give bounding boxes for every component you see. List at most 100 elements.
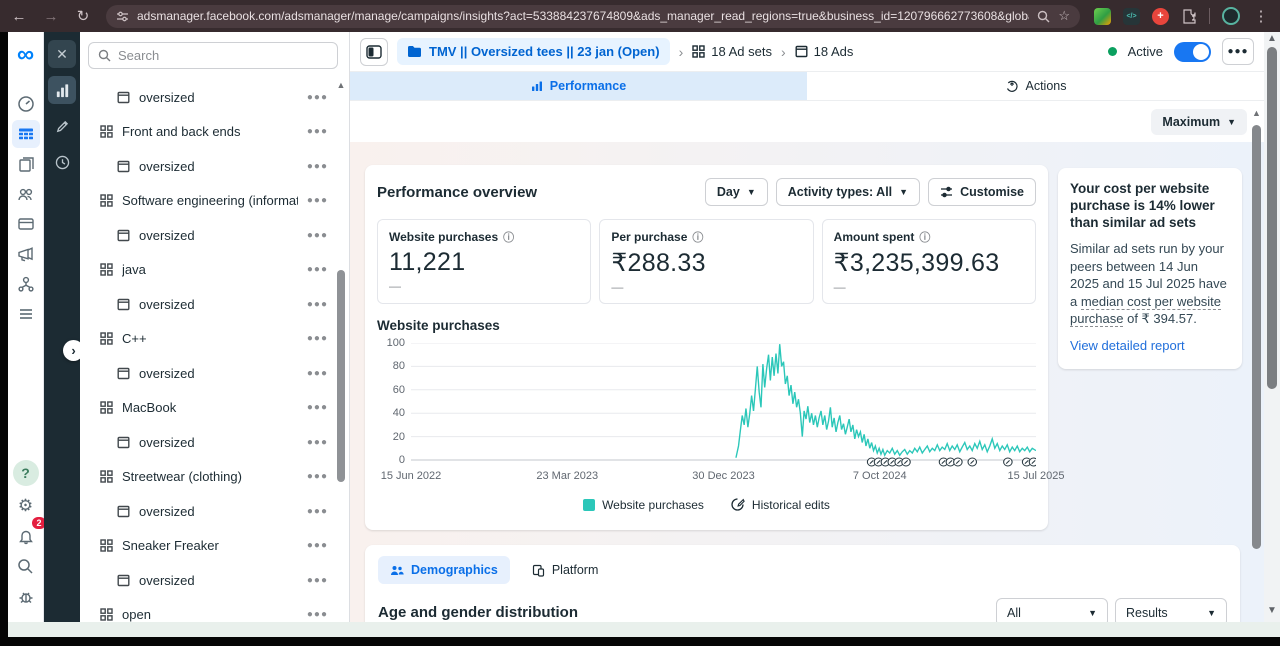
browser-menu-icon[interactable]: ⋮ — [1252, 7, 1270, 25]
sidebar-item-adset[interactable]: Software engineering (information t...●●… — [80, 184, 336, 219]
sidebar-item-ad[interactable]: oversized●●● — [80, 149, 336, 184]
scroll-up-icon[interactable]: ▲ — [1264, 32, 1280, 46]
all-tools-menu-icon[interactable] — [12, 300, 40, 328]
account-overview-icon[interactable] — [12, 90, 40, 118]
charts-panel-icon[interactable] — [48, 76, 76, 104]
info-icon[interactable]: ⓘ — [503, 229, 514, 245]
reload-icon[interactable]: ↻ — [74, 7, 92, 25]
address-bar[interactable]: adsmanager.facebook.com/adsmanager/manag… — [106, 5, 1080, 28]
browser-scrollbar[interactable]: ▲ ▼ — [1264, 32, 1280, 622]
sidebar-item-ad[interactable]: oversized●●● — [80, 494, 336, 529]
historical-edit-marker-icon[interactable] — [968, 458, 977, 466]
red-extension-icon[interactable]: + — [1152, 8, 1169, 25]
row-menu-button[interactable]: ●●● — [307, 471, 328, 482]
ad-tools-megaphone-icon[interactable] — [12, 240, 40, 268]
row-menu-button[interactable]: ●●● — [307, 195, 328, 206]
sidebar-item-adset[interactable]: MacBook●●● — [80, 391, 336, 426]
row-menu-button[interactable]: ●●● — [307, 230, 328, 241]
sidebar-item-adset[interactable]: Sneaker Freaker●●● — [80, 529, 336, 564]
maximum-dropdown[interactable]: Maximum ▼ — [1151, 109, 1247, 135]
row-menu-button[interactable]: ●●● — [307, 299, 328, 310]
breadcrumb-campaign[interactable]: TMV || Oversized tees || 23 jan (Open) — [397, 38, 670, 65]
history-clock-icon[interactable] — [48, 148, 76, 176]
content-scroll-thumb[interactable] — [1252, 125, 1261, 549]
browser-toolbar: ← → ↻ adsmanager.facebook.com/adsmanager… — [0, 0, 1280, 32]
breadcrumb-ads[interactable]: 18 Ads — [795, 44, 854, 59]
row-menu-button[interactable]: ●●● — [307, 609, 328, 620]
profile-avatar-icon[interactable] — [1222, 7, 1240, 25]
tab-actions[interactable]: Actions — [807, 72, 1264, 100]
activity-types-dropdown[interactable]: Activity types: All ▼ — [776, 178, 920, 206]
zoom-icon[interactable] — [1037, 10, 1050, 23]
campaigns-icon[interactable] — [12, 120, 40, 148]
report-bug-icon[interactable] — [12, 582, 40, 610]
business-structure-icon[interactable] — [12, 270, 40, 298]
help-icon[interactable]: ? — [13, 460, 39, 486]
info-icon[interactable]: ⓘ — [692, 229, 703, 245]
sidebar-item-adset[interactable]: C++●●● — [80, 322, 336, 357]
historical-edit-marker-icon[interactable] — [954, 458, 963, 466]
notifications-bell-icon[interactable]: 2 — [12, 522, 40, 550]
row-menu-button[interactable]: ●●● — [307, 92, 328, 103]
panel-scroll-thumb[interactable] — [337, 270, 345, 482]
forward-icon[interactable]: → — [42, 8, 60, 25]
row-menu-button[interactable]: ●●● — [307, 506, 328, 517]
content-scrollbar[interactable]: ▲ — [1251, 108, 1262, 608]
view-detailed-report-link[interactable]: View detailed report — [1070, 338, 1185, 353]
row-menu-button[interactable]: ●●● — [307, 161, 328, 172]
code-extension-icon[interactable]: </> — [1123, 8, 1140, 25]
search-input[interactable]: Search — [88, 42, 338, 69]
sidebar-item-ad[interactable]: oversized●●● — [80, 425, 336, 460]
metric-label-text: Amount spent — [834, 230, 915, 244]
edit-pencil-icon[interactable] — [48, 112, 76, 140]
historical-edit-marker-icon[interactable] — [1004, 458, 1013, 466]
browser-scroll-thumb[interactable] — [1267, 47, 1277, 389]
ads-reporting-icon[interactable] — [12, 150, 40, 178]
scroll-down-icon[interactable]: ▼ — [1264, 604, 1280, 618]
sidebar-item-ad[interactable]: oversized●●● — [80, 218, 336, 253]
panel-scrollbar[interactable]: ▲ ▼ — [336, 80, 346, 646]
row-menu-button[interactable]: ●●● — [307, 437, 328, 448]
extension-icon[interactable] — [1094, 8, 1111, 25]
search-rail-icon[interactable] — [12, 552, 40, 580]
sidebar-item-adset[interactable]: java●●● — [80, 253, 336, 288]
historical-edit-marker-icon[interactable] — [1029, 458, 1036, 466]
close-icon[interactable]: ✕ — [48, 40, 76, 68]
sidebar-item-adset[interactable]: Streetwear (clothing)●●● — [80, 460, 336, 495]
audiences-icon[interactable] — [12, 180, 40, 208]
sidebar-item-adset[interactable]: open●●● — [80, 598, 336, 623]
row-menu-button[interactable]: ●●● — [307, 126, 328, 137]
extensions-puzzle-icon[interactable] — [1181, 8, 1197, 24]
sidebar-item-adset[interactable]: Front and back ends●●● — [80, 115, 336, 150]
tab-performance[interactable]: Performance — [350, 72, 807, 100]
tab-platform[interactable]: Platform — [520, 556, 611, 584]
day-dropdown[interactable]: Day ▼ — [705, 178, 768, 206]
more-options-button[interactable]: ●●● — [1222, 38, 1254, 65]
row-menu-button[interactable]: ●●● — [307, 264, 328, 275]
breadcrumb-adsets[interactable]: 18 Ad sets — [692, 44, 772, 59]
tab-demographics[interactable]: Demographics — [378, 556, 510, 584]
active-toggle[interactable] — [1174, 42, 1211, 62]
sidebar-item-ad[interactable]: oversized●●● — [80, 80, 336, 115]
scroll-up-icon[interactable]: ▲ — [1251, 108, 1262, 118]
billing-icon[interactable] — [12, 210, 40, 238]
historical-edit-marker-icon[interactable] — [902, 458, 911, 466]
sidebar-item-ad[interactable]: oversized●●● — [80, 287, 336, 322]
meta-logo-icon[interactable]: ∞ — [17, 42, 34, 68]
back-icon[interactable]: ← — [10, 8, 28, 25]
row-menu-button[interactable]: ●●● — [307, 575, 328, 586]
info-icon[interactable]: ⓘ — [919, 229, 930, 245]
bookmark-star-icon[interactable]: ☆ — [1058, 8, 1070, 24]
row-menu-button[interactable]: ●●● — [307, 402, 328, 413]
collapse-sidebar-button[interactable] — [360, 38, 388, 66]
site-info-icon[interactable] — [116, 10, 129, 23]
customise-button[interactable]: Customise — [928, 178, 1036, 206]
sidebar-item-ad[interactable]: oversized●●● — [80, 356, 336, 391]
chevron-down-icon: ▼ — [747, 187, 756, 197]
row-menu-button[interactable]: ●●● — [307, 333, 328, 344]
row-menu-button[interactable]: ●●● — [307, 540, 328, 551]
settings-gear-icon[interactable]: ⚙ — [12, 492, 40, 520]
row-menu-button[interactable]: ●●● — [307, 368, 328, 379]
scroll-up-icon[interactable]: ▲ — [336, 80, 346, 90]
sidebar-item-ad[interactable]: oversized●●● — [80, 563, 336, 598]
